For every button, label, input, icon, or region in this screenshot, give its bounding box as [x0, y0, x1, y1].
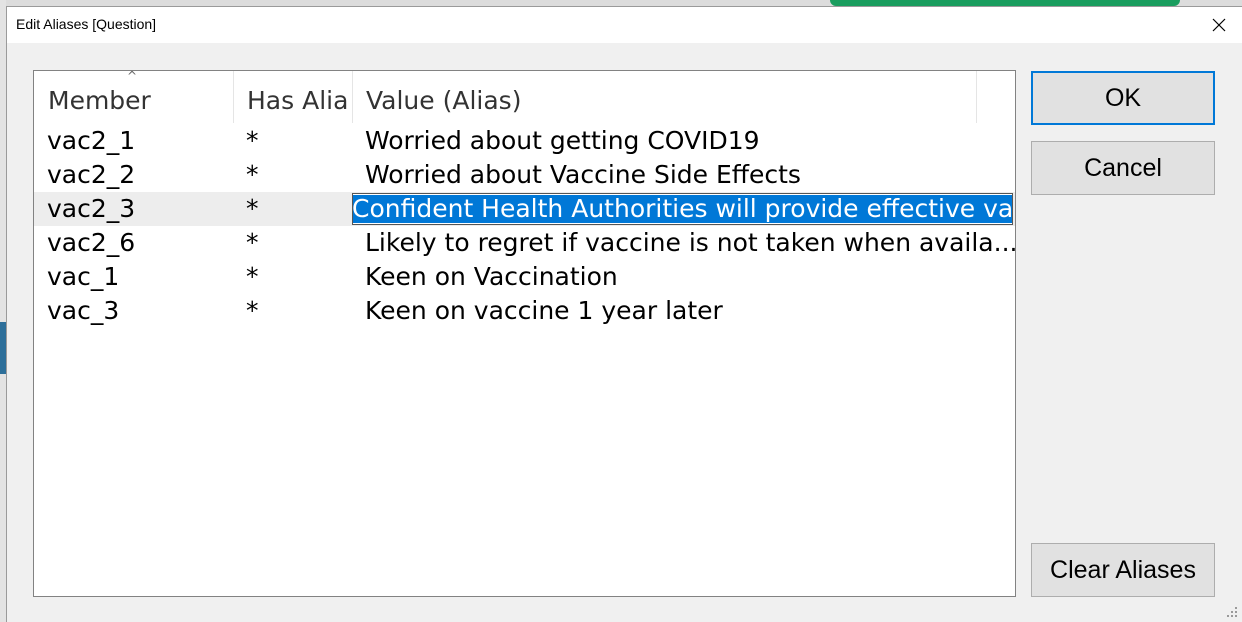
table-row[interactable]: vac2_2 * Worried about Vaccine Side Effe… [34, 158, 1015, 192]
member-cell: vac_3 [47, 296, 120, 325]
cancel-button-label: Cancel [1084, 153, 1162, 182]
value-cell: Likely to regret if vaccine is not taken… [365, 228, 1016, 257]
member-cell: vac2_1 [47, 126, 136, 155]
list-header: ^ Member Has Alia Value (Alias) [34, 71, 1015, 123]
has-alias-cell: * [246, 228, 259, 257]
alias-list[interactable]: ^ Member Has Alia Value (Alias) vac2_1 *… [33, 70, 1016, 597]
table-row[interactable]: vac2_6 * Likely to regret if vaccine is … [34, 226, 1015, 260]
close-icon [1212, 18, 1226, 32]
table-row-selected[interactable]: vac2_3 * Confident Health Authorities wi… [34, 192, 1015, 226]
value-cell: Keen on vaccine 1 year later [365, 296, 723, 325]
table-row[interactable]: vac_3 * Keen on vaccine 1 year later [34, 294, 1015, 328]
has-alias-cell: * [246, 296, 259, 325]
edit-aliases-dialog: Edit Aliases [Question] ^ Member Has Ali… [6, 6, 1242, 622]
ok-button[interactable]: OK [1031, 71, 1215, 125]
resize-grip-icon[interactable] [1226, 607, 1238, 619]
clear-aliases-button[interactable]: Clear Aliases [1031, 543, 1215, 597]
column-header-label: Member [48, 85, 151, 115]
member-cell: vac2_2 [47, 160, 136, 189]
value-cell: Keen on Vaccination [365, 262, 618, 291]
value-cell: Worried about getting COVID19 [365, 126, 760, 155]
selected-alias-text: Confident Health Authorities will provid… [353, 195, 1012, 223]
member-cell: vac2_6 [47, 228, 136, 257]
column-header-label: Value (Alias) [366, 85, 522, 115]
column-header-label: Has Alia [247, 85, 349, 115]
table-row[interactable]: vac_1 * Keen on Vaccination [34, 260, 1015, 294]
title-bar: Edit Aliases [Question] [7, 7, 1242, 43]
column-header-value[interactable]: Value (Alias) [352, 71, 976, 123]
column-header-member[interactable]: Member [34, 71, 233, 123]
alias-edit-field[interactable]: Confident Health Authorities will provid… [352, 193, 1013, 225]
table-row[interactable]: vac2_1 * Worried about getting COVID19 [34, 124, 1015, 158]
value-cell: Worried about Vaccine Side Effects [365, 160, 801, 189]
column-header-has-alias[interactable]: Has Alia [233, 71, 352, 123]
has-alias-cell: * [246, 160, 259, 189]
cancel-button[interactable]: Cancel [1031, 141, 1215, 195]
ok-button-label: OK [1104, 83, 1142, 112]
has-alias-cell: * [246, 126, 259, 155]
has-alias-cell: * [246, 262, 259, 291]
close-button[interactable] [1196, 7, 1242, 43]
column-divider[interactable] [976, 71, 977, 123]
clear-aliases-button-label: Clear Aliases [1050, 555, 1196, 584]
member-cell: vac2_3 [47, 194, 136, 223]
window-title: Edit Aliases [Question] [16, 16, 157, 32]
member-cell: vac_1 [47, 262, 120, 291]
has-alias-cell: * [246, 194, 259, 223]
